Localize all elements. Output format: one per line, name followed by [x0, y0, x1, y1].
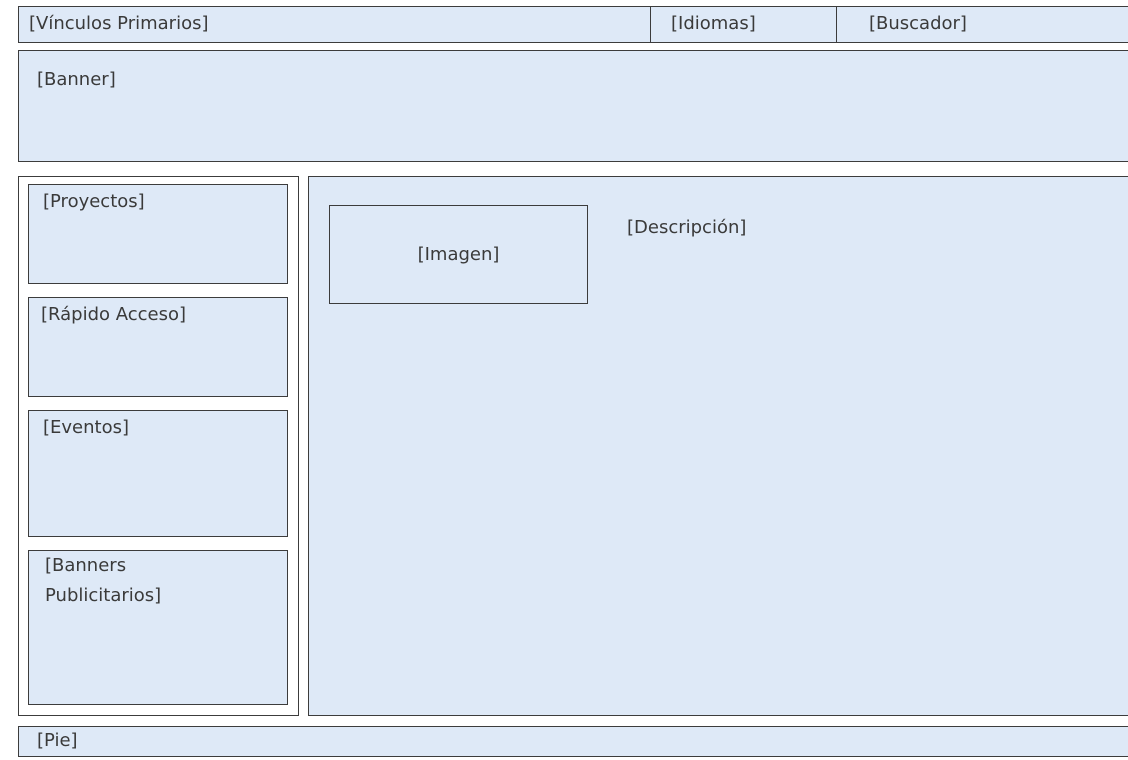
- image-label: [Imagen]: [417, 244, 500, 265]
- projects-panel[interactable]: [Proyectos]: [28, 184, 288, 284]
- ad-banners-label-line2: Publicitarios]: [45, 585, 162, 606]
- primary-links-label: [Vínculos Primarios]: [29, 13, 209, 34]
- ad-banners-label-line1: [Banners: [45, 555, 127, 576]
- projects-label: [Proyectos]: [43, 191, 145, 212]
- footer: [Pie]: [18, 726, 1128, 757]
- main-content: [Imagen] [Descripción]: [308, 176, 1128, 716]
- description-label: [Descripción]: [627, 217, 747, 238]
- image-placeholder: [Imagen]: [329, 205, 588, 304]
- ad-banners-panel[interactable]: [Banners Publicitarios]: [28, 550, 288, 705]
- footer-label: [Pie]: [37, 730, 78, 751]
- banner-label: [Banner]: [37, 69, 116, 90]
- search-label: [Buscador]: [869, 13, 967, 34]
- quick-access-label: [Rápido Acceso]: [41, 304, 187, 325]
- banner-area: [Banner]: [18, 50, 1128, 162]
- languages-box[interactable]: [Idiomas]: [650, 6, 838, 43]
- events-label: [Eventos]: [43, 417, 130, 438]
- primary-links-bar[interactable]: [Vínculos Primarios]: [18, 6, 652, 43]
- search-box[interactable]: [Buscador]: [836, 6, 1128, 43]
- quick-access-panel[interactable]: [Rápido Acceso]: [28, 297, 288, 397]
- languages-label: [Idiomas]: [671, 13, 756, 34]
- events-panel[interactable]: [Eventos]: [28, 410, 288, 537]
